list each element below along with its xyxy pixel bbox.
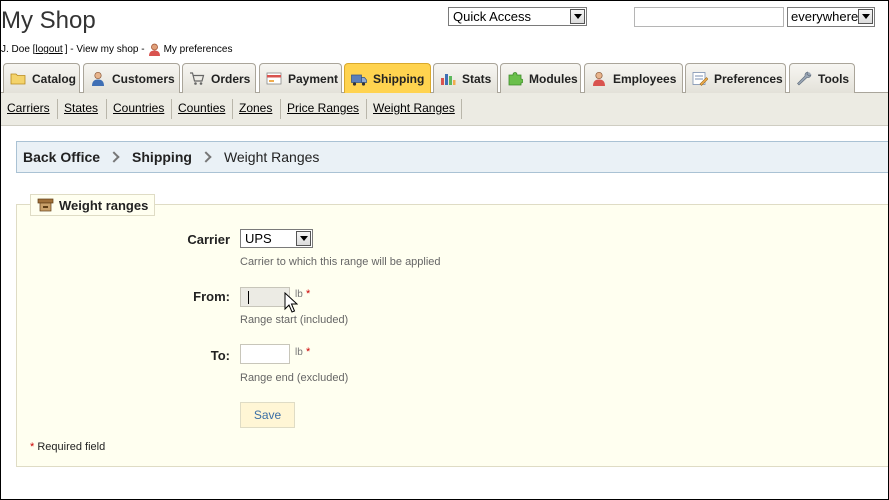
user-preferences-icon [148, 43, 161, 56]
from-input[interactable] [240, 287, 290, 307]
divider [232, 99, 233, 119]
tab-stats[interactable]: Stats [433, 63, 498, 93]
divider [171, 99, 172, 119]
from-label: From: [193, 289, 230, 304]
to-required-mark: * [306, 346, 311, 358]
chevron-right-icon [108, 151, 120, 163]
quick-access-value: Quick Access [453, 9, 532, 24]
save-button[interactable]: Save [240, 402, 295, 428]
subtab-weight-ranges[interactable]: Weight Ranges [373, 101, 455, 115]
folder-icon [10, 71, 26, 86]
chevron-right-icon [200, 151, 212, 163]
tab-employees[interactable]: Employees [584, 63, 683, 93]
payment-icon [266, 71, 282, 86]
scale-icon [37, 198, 54, 212]
chart-icon [440, 71, 456, 86]
subtab-countries[interactable]: Countries [113, 101, 164, 115]
wrench-icon [796, 71, 812, 86]
carrier-select[interactable]: UPS [240, 229, 313, 248]
subtab-carriers[interactable]: Carriers [7, 101, 50, 115]
employee-icon [591, 71, 607, 86]
tab-label: Tools [818, 71, 850, 86]
preferences-icon [692, 71, 709, 86]
from-help: Range start (included) [240, 314, 349, 326]
tab-customers[interactable]: Customers [83, 63, 180, 93]
carrier-help: Carrier to which this range will be appl… [240, 256, 441, 268]
tab-payment[interactable]: Payment [259, 63, 342, 93]
required-note-text: Required field [34, 441, 106, 453]
user-icon [90, 71, 106, 86]
browser-frame: My Shop J. Doe [ logout ] - View my shop… [0, 0, 889, 500]
search-scope-value: everywhere [791, 9, 859, 24]
required-note: * Required field [30, 441, 105, 453]
weight-ranges-fieldset [16, 204, 888, 467]
breadcrumb-shipping[interactable]: Shipping [132, 149, 192, 165]
shop-title: My Shop [1, 7, 96, 34]
tab-orders[interactable]: Orders [182, 63, 256, 93]
breadcrumb: Back Office Shipping Weight Ranges [16, 141, 888, 173]
mouse-cursor-icon [284, 291, 299, 314]
tab-catalog[interactable]: Catalog [3, 63, 80, 93]
tab-label: Employees [613, 71, 677, 86]
tab-label: Stats [462, 71, 492, 86]
fieldset-title: Weight ranges [59, 197, 149, 213]
tab-label: Catalog [32, 71, 77, 86]
tab-preferences[interactable]: Preferences [685, 63, 786, 93]
user-line: J. Doe [ logout ] - View my shop - My pr… [1, 43, 232, 56]
tab-modules[interactable]: Modules [500, 63, 581, 93]
tab-label: Preferences [714, 71, 783, 86]
tab-label: Modules [529, 71, 578, 86]
search-input[interactable] [634, 7, 784, 27]
tab-label: Payment [288, 71, 339, 86]
subtab-zones[interactable]: Zones [239, 101, 272, 115]
subtab-price-ranges[interactable]: Price Ranges [287, 101, 359, 115]
chevron-down-icon[interactable] [570, 9, 585, 24]
divider [280, 99, 281, 119]
chevron-down-icon[interactable] [296, 231, 311, 246]
subtab-counties[interactable]: Counties [178, 101, 225, 115]
carrier-label: Carrier [187, 232, 230, 247]
divider [57, 99, 58, 119]
divider [366, 99, 367, 119]
my-preferences-link[interactable]: My preferences [164, 44, 233, 55]
divider [461, 99, 462, 119]
from-required-mark: * [306, 288, 311, 300]
sub-tabs: Carriers States Countries Counties Zones… [1, 93, 888, 126]
to-help: Range end (excluded) [240, 372, 349, 384]
user-name: J. Doe [ [1, 44, 36, 55]
fieldset-legend: Weight ranges [30, 194, 156, 216]
chevron-down-icon[interactable] [858, 9, 873, 24]
view-shop-link[interactable]: ] - View my shop - [65, 44, 145, 55]
quick-access-select[interactable]: Quick Access [448, 7, 587, 26]
tab-shipping[interactable]: Shipping [344, 63, 431, 94]
tab-label: Shipping [373, 72, 425, 86]
tab-label: Customers [112, 71, 175, 86]
text-caret [248, 291, 249, 304]
tab-tools[interactable]: Tools [789, 63, 855, 93]
puzzle-icon [507, 71, 524, 86]
search-scope-select[interactable]: everywhere [787, 7, 875, 27]
divider [106, 99, 107, 119]
tab-label: Orders [211, 71, 251, 86]
truck-icon [351, 72, 367, 87]
to-label: To: [210, 348, 230, 363]
to-unit: lb [295, 347, 303, 358]
main-tabs: Catalog Customers Orders Payment Shippin… [1, 63, 888, 94]
cart-icon [189, 71, 205, 86]
subtab-states[interactable]: States [64, 101, 98, 115]
carrier-value: UPS [245, 231, 272, 246]
breadcrumb-current: Weight Ranges [223, 149, 320, 165]
breadcrumb-back-office[interactable]: Back Office [23, 149, 100, 165]
logout-link[interactable]: logout [35, 44, 62, 55]
to-input[interactable] [240, 344, 290, 364]
